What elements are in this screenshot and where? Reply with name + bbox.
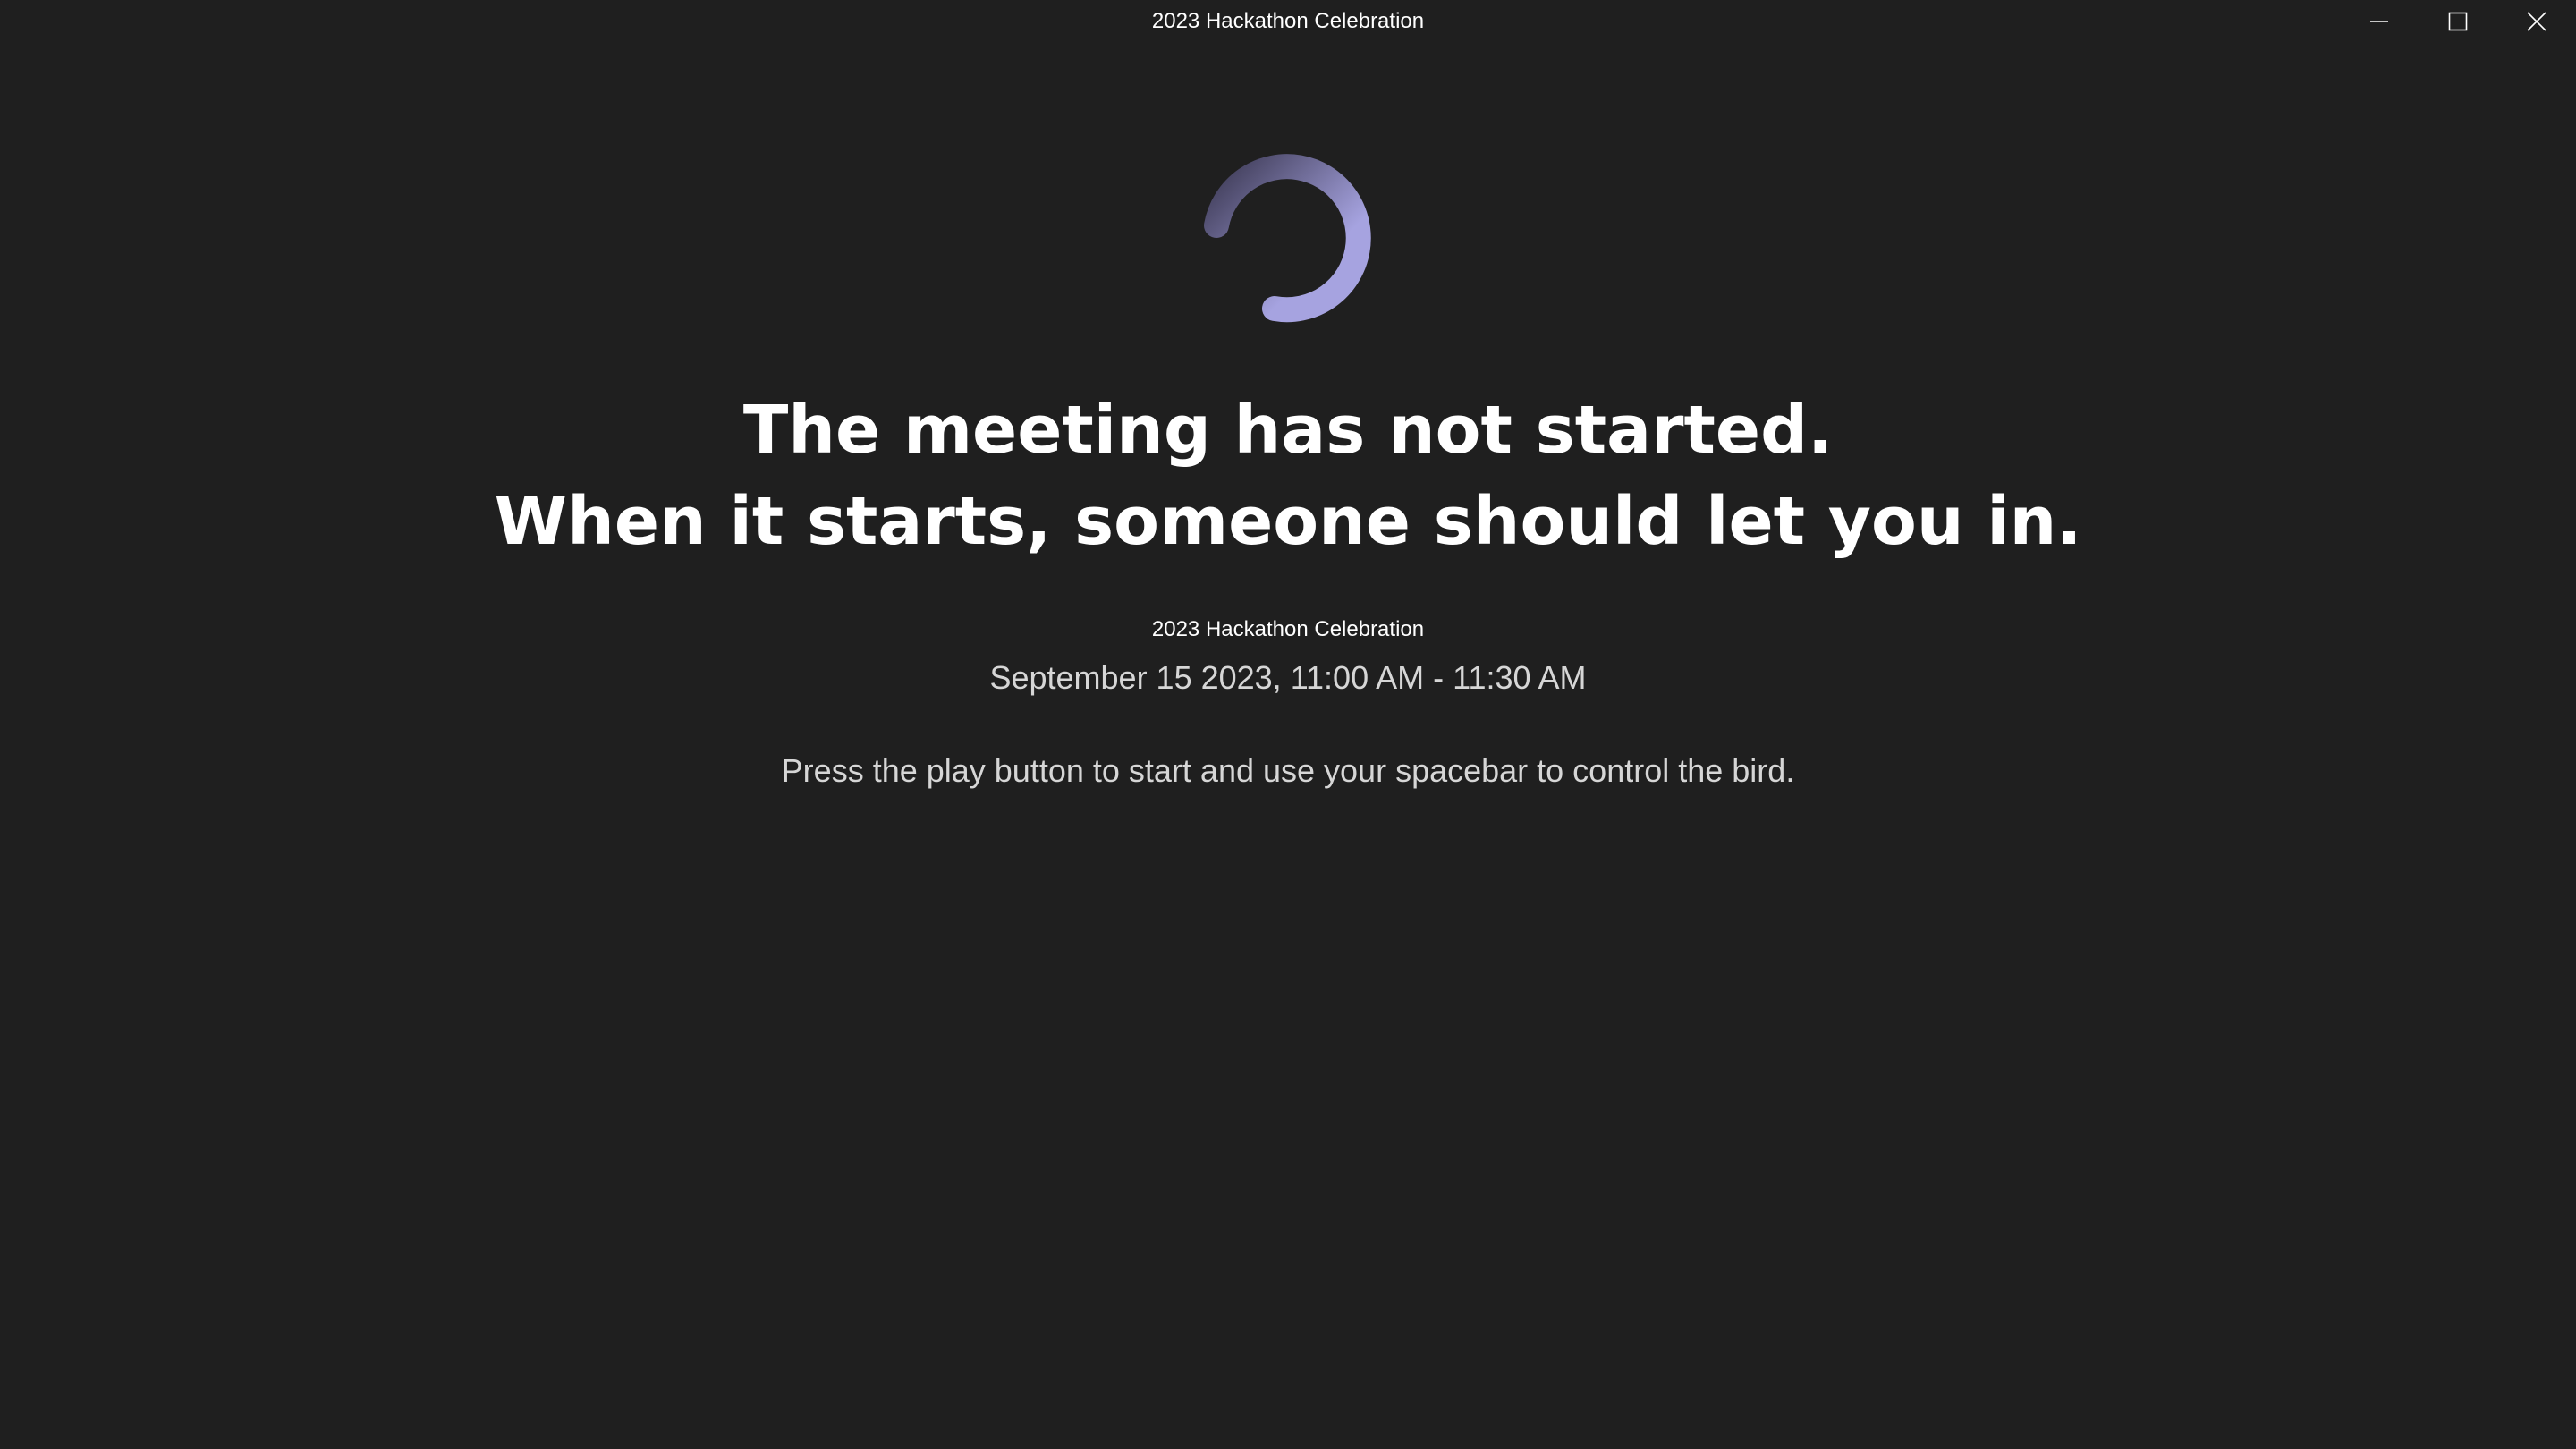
lobby-screen: The meeting has not started. When it sta… xyxy=(0,0,2576,1449)
headline-line-1: The meeting has not started. xyxy=(742,392,1834,469)
meeting-title: 2023 Hackathon Celebration xyxy=(1151,617,1425,641)
game-instructions: Press the play button to start and use y… xyxy=(781,752,1795,789)
meeting-time: September 15 2023, 11:00 AM - 11:30 AM xyxy=(989,659,1587,696)
lobby-headline: The meeting has not started. When it sta… xyxy=(0,385,2576,567)
app-window: 2023 Hackathon Celebration The meeting h… xyxy=(0,0,2576,1449)
headline-line-2: When it starts, someone should let you i… xyxy=(494,483,2082,560)
loading-spinner-icon xyxy=(1204,154,1371,323)
